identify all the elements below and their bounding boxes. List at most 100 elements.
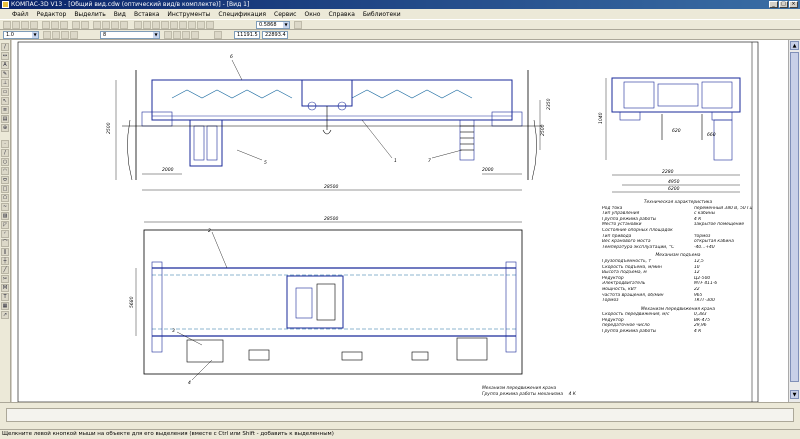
local-cs-icon[interactable]	[182, 31, 190, 39]
properties-field[interactable]	[6, 408, 794, 422]
spline-icon[interactable]: ~	[1, 203, 9, 211]
circle-icon[interactable]: ○	[1, 158, 9, 166]
menu-libraries[interactable]: Библиотеки	[359, 11, 405, 18]
show-all-icon[interactable]	[294, 21, 302, 29]
scroll-thumb[interactable]	[790, 52, 799, 382]
menu-service[interactable]: Сервис	[270, 11, 300, 18]
selection-icon[interactable]: ↖	[1, 97, 9, 105]
dim-side-1040: 1040	[598, 112, 604, 124]
cut-icon[interactable]	[42, 21, 50, 29]
designations-icon[interactable]: A	[1, 61, 9, 69]
layer-manager-icon[interactable]	[52, 31, 60, 39]
zoom-in-icon[interactable]	[134, 21, 142, 29]
manager-icon[interactable]	[93, 21, 101, 29]
text-icon[interactable]: T	[1, 293, 9, 301]
refresh-icon[interactable]	[179, 21, 187, 29]
menu-file[interactable]: Файл	[8, 11, 33, 18]
coord-x-field[interactable]: 11191.5	[234, 31, 260, 39]
grid-icon[interactable]	[164, 31, 172, 39]
axis-line-icon[interactable]: ┼	[1, 257, 9, 265]
ortho-icon[interactable]	[191, 31, 199, 39]
snap-icon[interactable]	[173, 31, 181, 39]
copy-icon[interactable]	[51, 21, 59, 29]
table-icon[interactable]: ▦	[1, 302, 9, 310]
dim-side-4950: 4950	[668, 179, 680, 185]
chevron-down-icon[interactable]: ▼	[153, 32, 159, 38]
macro-icon[interactable]: M	[1, 284, 9, 292]
layer-value: 1.0	[6, 32, 14, 38]
layer-state-icon[interactable]	[43, 31, 51, 39]
view-state-icon[interactable]	[70, 31, 78, 39]
parametrization-icon[interactable]: ⊥	[1, 79, 9, 87]
menu-view[interactable]: Вид	[110, 11, 130, 18]
status-bar: Щелкните левой кнопкой мыши на объекте д…	[0, 429, 800, 439]
dim-top-right: 2350	[546, 98, 552, 110]
segment-icon[interactable]: /	[1, 149, 9, 157]
zoom-previous-icon[interactable]	[188, 21, 196, 29]
menu-edit[interactable]: Редактор	[33, 11, 71, 18]
chevron-down-icon[interactable]: ▼	[32, 32, 38, 38]
view-manager-icon[interactable]	[61, 31, 69, 39]
edit-icon[interactable]: ✎	[1, 70, 9, 78]
menu-tools[interactable]: Инструменты	[163, 11, 214, 18]
window-titlebar: КОМПАС-3D V13 - [Общий вид.cdw (оптическ…	[0, 0, 800, 9]
pan-icon[interactable]	[170, 21, 178, 29]
variables-icon[interactable]	[111, 21, 119, 29]
chevron-down-icon[interactable]: ▼	[283, 22, 289, 28]
drawing-canvas[interactable]: 2000 2000 28500 2500 2500 2350 28500 568…	[12, 40, 788, 402]
zoom-all-icon[interactable]	[161, 21, 169, 29]
zoom-out-icon[interactable]	[143, 21, 151, 29]
cursor-coords-icon[interactable]	[214, 31, 222, 39]
zoom-window-icon[interactable]	[152, 21, 160, 29]
specification-icon[interactable]: ≡	[1, 106, 9, 114]
leader-icon[interactable]: ↗	[1, 311, 9, 319]
zoom-next-icon[interactable]	[197, 21, 205, 29]
chamfer-icon[interactable]: ◸	[1, 221, 9, 229]
redo-icon[interactable]	[81, 21, 89, 29]
layer-combo[interactable]: 1.0 ▼	[3, 31, 39, 39]
new-document-icon[interactable]	[3, 21, 11, 29]
help-icon[interactable]	[120, 21, 128, 29]
library-icon[interactable]	[102, 21, 110, 29]
status-text: Щелкните левой кнопкой мыши на объекте д…	[2, 431, 334, 437]
rectangle-icon[interactable]: □	[1, 185, 9, 193]
ellipse-icon[interactable]: ⬭	[1, 176, 9, 184]
maximize-button[interactable]: □	[779, 1, 788, 8]
zoom-scale-icon[interactable]	[206, 21, 214, 29]
trim-icon[interactable]: ✂	[1, 275, 9, 283]
polygon-icon[interactable]: ⬠	[1, 194, 9, 202]
menu-specification[interactable]: Спецификация	[214, 11, 270, 18]
coord-y-field[interactable]: 22893.4	[262, 31, 288, 39]
save-icon[interactable]	[21, 21, 29, 29]
menu-select[interactable]: Выделить	[70, 11, 109, 18]
menu-help[interactable]: Справка	[324, 11, 358, 18]
geometry-icon[interactable]: /	[1, 43, 9, 51]
print-icon[interactable]	[30, 21, 38, 29]
hatch-icon[interactable]: ▨	[1, 212, 9, 220]
undo-icon[interactable]	[72, 21, 80, 29]
vertical-scrollbar[interactable]: ▲ ▼	[788, 40, 800, 402]
point-icon[interactable]: ·	[1, 140, 9, 148]
measure-icon[interactable]: ▭	[1, 88, 9, 96]
menu-window[interactable]: Окно	[300, 11, 324, 18]
minimize-button[interactable]: _	[769, 1, 778, 8]
fillet-icon[interactable]: ◜	[1, 230, 9, 238]
scroll-up-icon[interactable]: ▲	[790, 41, 799, 50]
offset-icon[interactable]: ∥	[1, 248, 9, 256]
contour-icon[interactable]: ⌒	[1, 239, 9, 247]
close-button[interactable]: ×	[789, 1, 798, 8]
spec-row: Температура эксплуатации, °С -40...+40	[602, 244, 715, 250]
dimensions-icon[interactable]: ↔	[1, 52, 9, 60]
arc-icon[interactable]: ◠	[1, 167, 9, 175]
menu-insert[interactable]: Вставка	[130, 11, 163, 18]
scroll-down-icon[interactable]: ▼	[790, 390, 799, 399]
reports-icon[interactable]: ▤	[1, 115, 9, 123]
open-icon[interactable]	[12, 21, 20, 29]
construction-line-icon[interactable]: ╱	[1, 266, 9, 274]
dim-side-620: 620	[672, 128, 681, 134]
scale-combo[interactable]: 0.5868 ▼	[256, 21, 290, 29]
insert-icon[interactable]: ⊕	[1, 124, 9, 132]
paste-icon[interactable]	[60, 21, 68, 29]
dim-span-top: 28500	[324, 184, 338, 190]
style-combo[interactable]: 8 ▼	[100, 31, 160, 39]
